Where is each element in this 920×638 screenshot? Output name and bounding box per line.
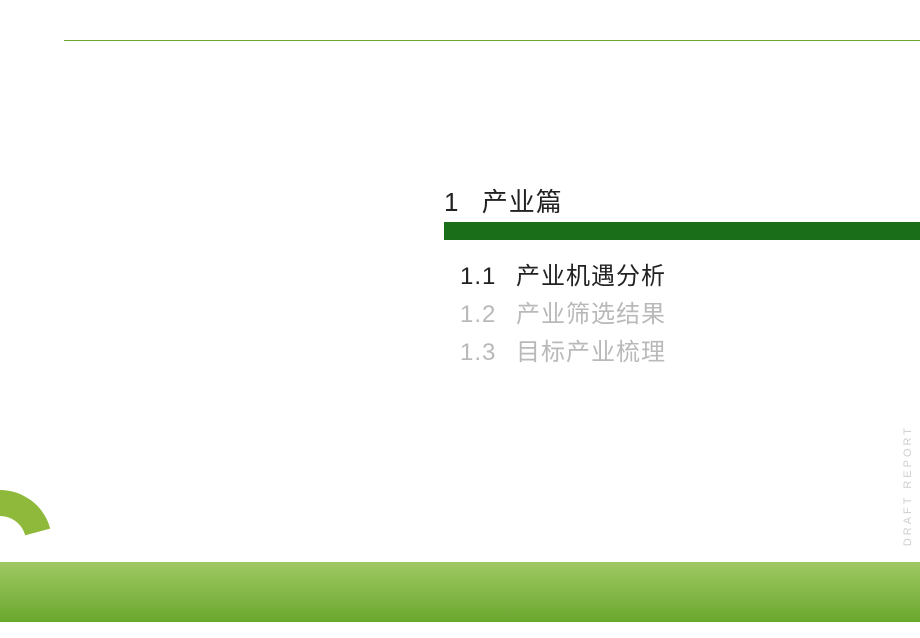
section-underline-bar xyxy=(444,222,920,240)
toc-item-number: 1.3 xyxy=(460,334,516,372)
toc-item-1: 1.1 产业机遇分析 xyxy=(460,258,666,296)
draft-watermark: DRAFT REPORT xyxy=(902,425,914,546)
toc-item-label: 产业筛选结果 xyxy=(516,296,666,334)
toc-item-2: 1.2 产业筛选结果 xyxy=(460,296,666,334)
bottom-green-strip xyxy=(0,562,920,622)
toc-item-label: 目标产业梳理 xyxy=(516,334,666,372)
section-number: 1 xyxy=(444,187,459,218)
section-title: 1 产业篇 xyxy=(444,182,563,219)
section-label: 产业篇 xyxy=(482,182,563,219)
toc-item-number: 1.1 xyxy=(460,258,516,296)
toc-item-label: 产业机遇分析 xyxy=(516,258,666,296)
toc-list: 1.1 产业机遇分析 1.2 产业筛选结果 1.3 目标产业梳理 xyxy=(460,258,666,372)
toc-item-number: 1.2 xyxy=(460,296,516,334)
toc-item-3: 1.3 目标产业梳理 xyxy=(460,334,666,372)
top-rule xyxy=(64,40,920,41)
